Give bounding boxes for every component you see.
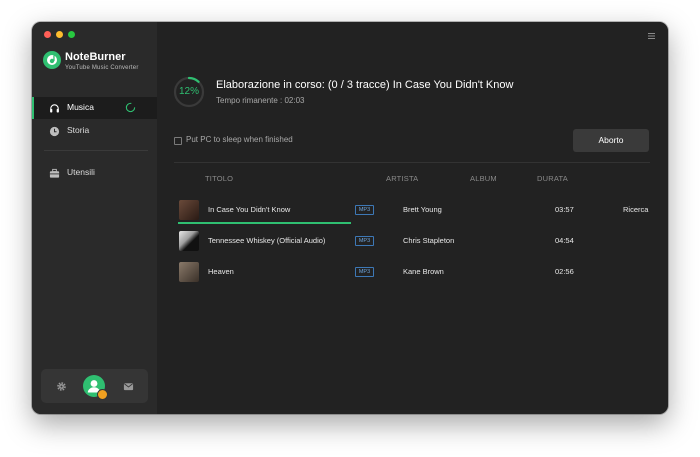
- album-thumbnail: [179, 200, 199, 220]
- sleep-checkbox[interactable]: [174, 137, 182, 145]
- table-row[interactable]: In Case You Didn't Know MP3 Brett Young …: [174, 197, 650, 224]
- format-badge: MP3: [355, 205, 374, 215]
- column-header-duration[interactable]: DURATA: [537, 174, 568, 183]
- column-header-artist[interactable]: ARTISTA: [386, 174, 418, 183]
- mail-icon[interactable]: [123, 381, 134, 392]
- app-logo-icon: [43, 51, 61, 69]
- track-title: Heaven: [208, 267, 234, 276]
- album-thumbnail: [179, 262, 199, 282]
- sleep-checkbox-label[interactable]: Put PC to sleep when finished: [186, 135, 293, 144]
- app-name: NoteBurner: [65, 51, 126, 63]
- premium-badge-icon: [97, 389, 108, 400]
- track-artist: Brett Young: [403, 205, 442, 214]
- track-duration: 04:54: [555, 236, 574, 245]
- loading-spinner-icon: [125, 102, 136, 113]
- settings-icon[interactable]: [56, 381, 67, 392]
- time-remaining: Tempo rimanente : 02:03: [216, 96, 305, 105]
- minimize-window-button[interactable]: [56, 31, 63, 38]
- sidebar-divider: [44, 150, 148, 151]
- headphones-icon: [50, 104, 59, 113]
- abort-button[interactable]: Aborto: [573, 129, 649, 152]
- format-badge: MP3: [355, 267, 374, 277]
- progress-percent: 12%: [178, 86, 199, 97]
- track-duration: 02:56: [555, 267, 574, 276]
- album-thumbnail: [179, 231, 199, 251]
- sidebar: NoteBurner YouTube Music Converter Music…: [32, 22, 157, 414]
- sidebar-item-musica[interactable]: Musica: [32, 97, 157, 119]
- sidebar-item-storia[interactable]: Storia: [32, 120, 157, 142]
- main-panel: 12% Elaborazione in corso: (0 / 3 tracce…: [157, 22, 668, 414]
- track-progress-bar: [178, 222, 351, 224]
- column-header-album[interactable]: ALBUM: [470, 174, 497, 183]
- sidebar-item-label: Utensili: [67, 167, 95, 177]
- sidebar-item-utensili[interactable]: Utensili: [32, 162, 157, 184]
- app-subtitle: YouTube Music Converter: [65, 65, 139, 71]
- format-badge: MP3: [355, 236, 374, 246]
- sidebar-bottom-panel: [41, 369, 148, 403]
- column-header-title[interactable]: TITOLO: [205, 174, 233, 183]
- active-indicator: [32, 97, 34, 119]
- toolbox-icon: [49, 168, 60, 178]
- sidebar-item-label: Storia: [67, 125, 90, 135]
- search-link[interactable]: Ricerca: [623, 205, 648, 214]
- track-title: Tennessee Whiskey (Official Audio): [208, 236, 326, 245]
- track-artist: Kane Brown: [403, 267, 444, 276]
- app-window: NoteBurner YouTube Music Converter Music…: [32, 22, 668, 414]
- table-row[interactable]: Tennessee Whiskey (Official Audio) MP3 C…: [174, 228, 650, 254]
- zoom-window-button[interactable]: [68, 31, 75, 38]
- track-artist: Chris Stapleton: [403, 236, 455, 245]
- clock-icon: [49, 126, 60, 137]
- status-title: Elaborazione in corso: (0 / 3 tracce) In…: [216, 79, 514, 91]
- menu-icon[interactable]: [648, 33, 655, 39]
- track-duration: 03:57: [555, 205, 574, 214]
- sidebar-item-label: Musica: [67, 102, 94, 112]
- table-row[interactable]: Heaven MP3 Kane Brown 02:56: [174, 259, 650, 285]
- close-window-button[interactable]: [44, 31, 51, 38]
- divider: [174, 162, 650, 163]
- track-title: In Case You Didn't Know: [208, 205, 291, 214]
